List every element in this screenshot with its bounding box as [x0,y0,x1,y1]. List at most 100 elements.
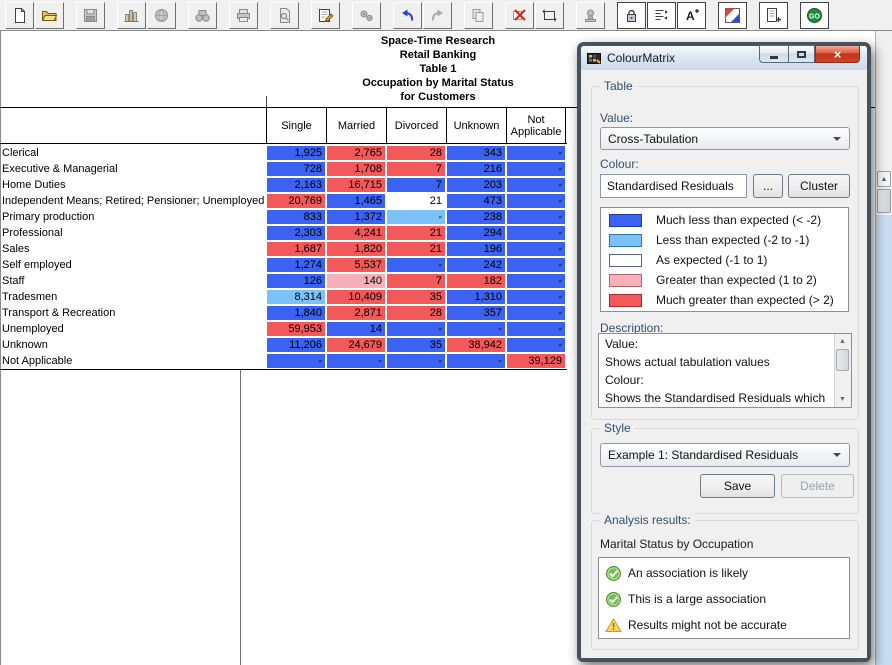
data-cell[interactable]: 126 [266,273,326,289]
data-cell[interactable]: 59,953 [266,321,326,337]
data-cell[interactable]: - [506,161,566,177]
scrollbar-thumb[interactable] [836,349,849,371]
data-cell[interactable]: 833 [266,209,326,225]
data-cell[interactable]: 28 [386,145,446,161]
data-cell[interactable]: - [266,353,326,369]
scrollbar-track[interactable] [876,215,892,665]
data-cell[interactable]: - [386,353,446,369]
data-cell[interactable]: 11,206 [266,337,326,353]
data-cell[interactable]: 140 [326,273,386,289]
data-cell[interactable]: 357 [446,305,506,321]
colourmatrix-button[interactable] [718,2,747,29]
data-cell[interactable]: 238 [446,209,506,225]
data-cell[interactable]: 728 [266,161,326,177]
row-label[interactable]: Tradesmen [2,289,57,305]
browse-button[interactable]: ... [753,174,783,198]
row-label[interactable]: Professional [2,225,63,241]
style-dropdown[interactable]: Example 1: Standardised Residuals [600,443,850,467]
data-cell[interactable]: 1,840 [266,305,326,321]
data-cell[interactable]: 1,925 [266,145,326,161]
data-cell[interactable]: 35 [386,289,446,305]
scroll-up-icon[interactable]: ▲ [877,171,891,187]
data-cell[interactable]: - [506,321,566,337]
data-cell[interactable]: - [506,145,566,161]
colour-input[interactable]: Standardised Residuals [600,174,747,198]
data-cell[interactable]: 5,537 [326,257,386,273]
data-cell[interactable]: 21 [386,241,446,257]
data-cell[interactable]: - [386,209,446,225]
row-label[interactable]: Transport & Recreation [2,305,115,321]
data-cell[interactable]: - [446,353,506,369]
data-cell[interactable]: - [506,305,566,321]
data-cell[interactable]: 2,303 [266,225,326,241]
column-header-divorced[interactable]: Divorced [386,108,446,143]
data-cell[interactable]: - [506,209,566,225]
data-cell[interactable]: 242 [446,257,506,273]
data-cell[interactable]: 216 [446,161,506,177]
data-cell[interactable]: 28 [386,305,446,321]
row-label[interactable]: Self employed [2,257,72,273]
data-cell[interactable]: 24,679 [326,337,386,353]
column-header-single[interactable]: Single [266,108,326,143]
data-cell[interactable]: 203 [446,177,506,193]
data-cell[interactable]: 4,241 [326,225,386,241]
row-label[interactable]: Unknown [2,337,48,353]
minimize-button[interactable] [759,45,788,63]
data-cell[interactable]: - [506,225,566,241]
save-button[interactable]: Save [700,474,775,498]
scroll-up-icon[interactable]: ▲ [835,334,850,349]
value-dropdown[interactable]: Cross-Tabulation [600,127,850,150]
data-cell[interactable]: 1,274 [266,257,326,273]
data-cell[interactable]: 39,129 [506,353,566,369]
font-size-button[interactable]: A [677,2,706,29]
delete-button[interactable] [505,2,534,29]
row-label[interactable]: Staff [2,273,24,289]
scrollbar-thumb[interactable] [877,189,891,213]
column-header-unknown[interactable]: Unknown [446,108,506,143]
data-cell[interactable]: 294 [446,225,506,241]
data-cell[interactable]: 7 [386,161,446,177]
data-cell[interactable]: 16,715 [326,177,386,193]
data-cell[interactable]: 21 [386,193,446,209]
edit-button[interactable] [311,2,340,29]
data-cell[interactable]: - [326,353,386,369]
data-cell[interactable]: 8,314 [266,289,326,305]
data-cell[interactable]: 343 [446,145,506,161]
data-cell[interactable]: 1,310 [446,289,506,305]
data-cell[interactable]: 1,687 [266,241,326,257]
open-button[interactable] [35,2,64,29]
new-button[interactable] [5,2,34,29]
data-cell[interactable]: 21 [386,225,446,241]
row-label[interactable]: Clerical [2,145,39,161]
rotate-table-button[interactable] [535,2,564,29]
maximize-button[interactable] [788,45,815,63]
data-cell[interactable]: - [506,193,566,209]
column-header-not-applicable[interactable]: Not Applicable [506,108,566,143]
row-label[interactable]: Executive & Managerial [2,161,118,177]
data-cell[interactable]: - [506,241,566,257]
data-cell[interactable]: 1,372 [326,209,386,225]
data-cell[interactable]: - [506,257,566,273]
data-cell[interactable]: 196 [446,241,506,257]
row-label[interactable]: Independent Means; Retired; Pensioner; U… [2,193,264,209]
data-cell[interactable]: 10,409 [326,289,386,305]
column-header-married[interactable]: Married [326,108,386,143]
row-label[interactable]: Primary production [2,209,94,225]
data-cell[interactable]: - [506,289,566,305]
data-cell[interactable]: 2,163 [266,177,326,193]
row-label[interactable]: Unemployed [2,321,64,337]
cluster-button[interactable]: Cluster [788,174,850,198]
data-cell[interactable]: - [386,321,446,337]
data-cell[interactable]: 1,708 [326,161,386,177]
data-cell[interactable]: - [446,321,506,337]
data-cell[interactable]: 20,769 [266,193,326,209]
data-cell[interactable]: 35 [386,337,446,353]
data-cell[interactable]: 1,465 [326,193,386,209]
data-cell[interactable]: - [386,257,446,273]
data-cell[interactable]: 14 [326,321,386,337]
data-cell[interactable]: - [506,177,566,193]
data-cell[interactable]: 182 [446,273,506,289]
data-cell[interactable]: - [506,337,566,353]
lock-button[interactable] [617,2,646,29]
data-cell[interactable]: 7 [386,273,446,289]
